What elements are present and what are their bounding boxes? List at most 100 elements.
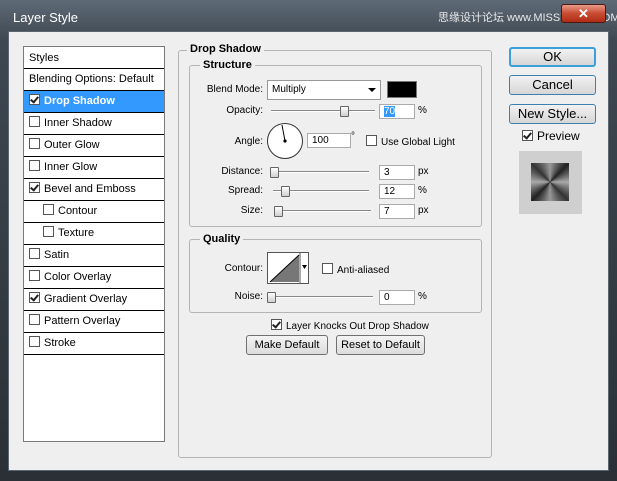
size-slider[interactable] — [273, 206, 371, 217]
style-item-checkbox[interactable] — [43, 226, 54, 237]
preview-option[interactable]: Preview — [522, 129, 580, 143]
noise-slider[interactable] — [267, 292, 373, 303]
knockout-option[interactable]: Layer Knocks Out Drop Shadow — [271, 319, 429, 332]
contour-label: Contour: — [224, 263, 263, 274]
style-item-checkbox[interactable] — [29, 182, 40, 193]
preview-swatch — [531, 163, 569, 201]
style-item-satin[interactable]: Satin — [24, 245, 164, 267]
style-item-stroke[interactable]: Stroke — [24, 333, 164, 355]
distance-label: Distance: — [221, 166, 263, 177]
style-item-bevel-and-emboss[interactable]: Bevel and Emboss — [24, 179, 164, 201]
dialog-body: Styles Blending Options: Default Drop Sha… — [8, 31, 609, 471]
style-item-label: Blending Options: Default — [29, 73, 154, 85]
style-item-label: Inner Shadow — [44, 117, 112, 129]
opacity-slider-track — [271, 110, 375, 112]
style-item-inner-glow[interactable]: Inner Glow — [24, 157, 164, 179]
reset-to-default-button[interactable]: Reset to Default — [336, 335, 425, 355]
layer-style-window: Layer Style 思缘设计论坛 www.MISSYUAN.COM ✕ St… — [0, 0, 617, 481]
style-item-checkbox[interactable] — [29, 248, 40, 259]
size-label: Size: — [240, 205, 263, 216]
angle-unit: ° — [351, 131, 355, 142]
style-item-checkbox[interactable] — [29, 160, 40, 171]
size-slider-track — [275, 210, 371, 212]
spread-slider[interactable] — [273, 186, 369, 197]
distance-input[interactable]: 3 — [379, 165, 415, 180]
use-global-light-checkbox[interactable] — [366, 135, 377, 146]
close-button[interactable]: ✕ — [561, 4, 606, 23]
blend-mode-select[interactable]: Multiply — [267, 80, 381, 100]
distance-slider[interactable] — [269, 167, 369, 178]
style-item-checkbox[interactable] — [29, 138, 40, 149]
preview-checkbox[interactable] — [522, 130, 533, 141]
style-item-color-overlay[interactable]: Color Overlay — [24, 267, 164, 289]
anti-aliased[interactable]: Anti-aliased — [322, 263, 389, 276]
style-item-checkbox[interactable] — [29, 116, 40, 127]
style-item-checkbox[interactable] — [29, 292, 40, 303]
noise-slider-track — [271, 296, 373, 298]
style-item-outer-glow[interactable]: Outer Glow — [24, 135, 164, 157]
anti-aliased-checkbox[interactable] — [322, 263, 333, 274]
spread-label: Spread: — [227, 185, 263, 196]
opacity-slider-thumb[interactable] — [339, 106, 349, 117]
spread-input[interactable]: 12 — [379, 184, 415, 199]
make-default-button[interactable]: Make Default — [246, 335, 328, 355]
window-title: Layer Style — [13, 10, 79, 25]
spread-slider-thumb[interactable] — [280, 186, 290, 197]
style-item-blending-options-default[interactable]: Blending Options: Default — [24, 69, 164, 91]
title-bar[interactable]: Layer Style 思缘设计论坛 www.MISSYUAN.COM ✕ — [0, 0, 617, 34]
style-item-label: Contour — [58, 205, 98, 217]
style-preview-thumbnail — [519, 151, 582, 214]
cancel-button[interactable]: Cancel — [509, 75, 596, 95]
style-item-label: Texture — [58, 227, 95, 239]
contour-preview-icon — [269, 253, 307, 283]
style-item-label: Pattern Overlay — [44, 315, 121, 327]
noise-unit: % — [418, 291, 427, 302]
opacity-value: 70 — [384, 106, 396, 117]
style-item-drop-shadow[interactable]: Drop Shadow — [24, 91, 164, 113]
noise-label: Noise: — [234, 291, 263, 302]
styles-list: Styles Blending Options: Default Drop Sha… — [23, 46, 165, 442]
style-item-inner-shadow[interactable]: Inner Shadow — [24, 113, 164, 135]
size-input[interactable]: 7 — [379, 204, 415, 219]
style-item-gradient-overlay[interactable]: Gradient Overlay — [24, 289, 164, 311]
spread-unit: % — [418, 185, 427, 196]
drop-shadow-title: Drop Shadow — [187, 43, 264, 55]
contour-picker[interactable] — [267, 252, 309, 284]
style-item-checkbox[interactable] — [29, 336, 40, 347]
distance-slider-thumb[interactable] — [269, 167, 279, 178]
new-style-button[interactable]: New Style... — [509, 104, 596, 124]
angle-dial[interactable] — [267, 123, 303, 159]
angle-label: Angle: — [234, 136, 263, 147]
structure-title: Structure — [200, 59, 255, 71]
use-global-light[interactable]: Use Global Light — [366, 135, 455, 148]
style-item-label: Drop Shadow — [44, 95, 115, 107]
noise-slider-thumb[interactable] — [267, 292, 276, 303]
style-item-label: Outer Glow — [44, 139, 100, 151]
shadow-color-swatch[interactable] — [387, 81, 417, 98]
style-item-checkbox[interactable] — [29, 270, 40, 281]
style-item-checkbox[interactable] — [29, 314, 40, 325]
opacity-input[interactable]: 70 — [379, 104, 415, 119]
style-item-checkbox[interactable] — [43, 204, 54, 215]
style-item-contour[interactable]: Contour — [24, 201, 164, 223]
style-item-label: Gradient Overlay — [44, 293, 128, 305]
anti-aliased-label: Anti-aliased — [337, 265, 390, 276]
size-unit: px — [418, 205, 429, 216]
angle-input[interactable]: 100 — [307, 133, 351, 148]
angle-dial-needle — [281, 124, 287, 143]
knockout-label: Layer Knocks Out Drop Shadow — [286, 321, 429, 332]
size-slider-thumb[interactable] — [273, 206, 283, 217]
styles-header[interactable]: Styles — [24, 47, 164, 69]
style-item-label: Stroke — [44, 337, 76, 349]
opacity-slider[interactable] — [271, 106, 375, 117]
style-item-checkbox[interactable] — [29, 94, 40, 105]
distance-slider-track — [273, 171, 369, 173]
style-item-pattern-overlay[interactable]: Pattern Overlay — [24, 311, 164, 333]
distance-unit: px — [418, 166, 429, 177]
knockout-checkbox[interactable] — [271, 319, 282, 330]
style-item-texture[interactable]: Texture — [24, 223, 164, 245]
chevron-down-icon — [368, 88, 376, 92]
opacity-unit: % — [418, 105, 427, 116]
ok-button[interactable]: OK — [509, 47, 596, 67]
noise-input[interactable]: 0 — [379, 290, 415, 305]
